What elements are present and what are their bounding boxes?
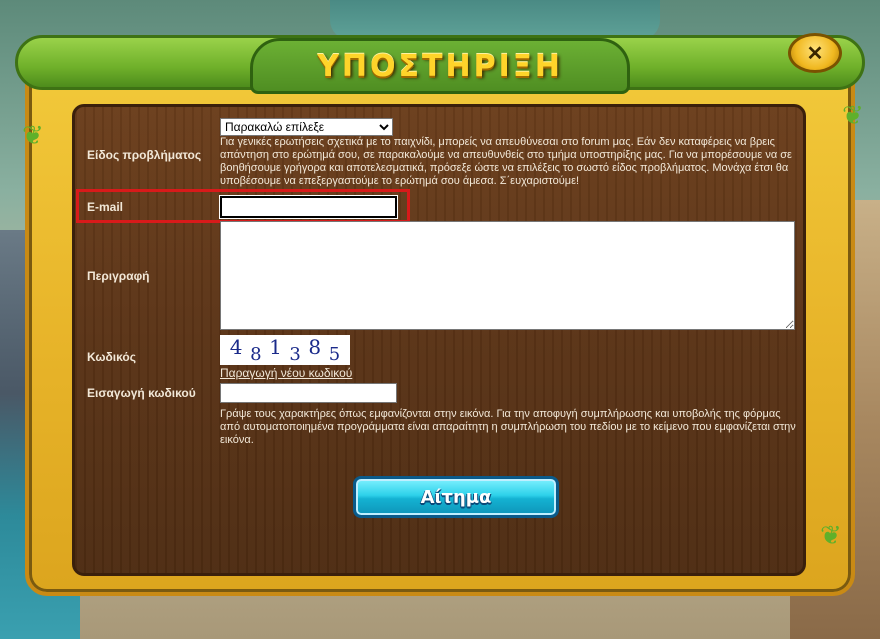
code-entry-field[interactable] bbox=[220, 383, 397, 403]
dialog-title: ΥΠΟΣΤΗΡΙΞΗ bbox=[317, 48, 563, 84]
leaf-decoration-icon: ❦ bbox=[22, 120, 44, 150]
email-highlight-box bbox=[76, 189, 410, 223]
code-entry-label: Εισαγωγή κωδικού bbox=[87, 386, 196, 400]
captcha-digit: 4 bbox=[229, 335, 243, 359]
regenerate-code-link[interactable]: Παραγωγή νέου κωδικού bbox=[220, 366, 352, 380]
captcha-label: Κωδικός bbox=[87, 350, 137, 364]
leaf-decoration-icon: ❦ bbox=[820, 520, 842, 550]
description-label: Περιγραφή bbox=[87, 269, 150, 283]
captcha-digit: 8 bbox=[308, 335, 322, 359]
problem-type-select[interactable]: Παρακαλώ επίλεξε bbox=[220, 118, 393, 136]
code-entry-help: Γράψε τους χαρακτήρες όπως εμφανίζονται … bbox=[220, 408, 796, 446]
close-button[interactable]: ✕ bbox=[788, 33, 842, 73]
description-textarea[interactable] bbox=[220, 221, 795, 330]
captcha-digit: 1 bbox=[269, 335, 282, 359]
close-icon: ✕ bbox=[806, 42, 824, 65]
problem-type-label: Είδος προβλήματος bbox=[87, 148, 202, 162]
problem-type-help: Για γενικές ερωτήσεις σχετικά με το παιχ… bbox=[220, 136, 792, 187]
captcha-digit: 8 bbox=[250, 343, 262, 365]
captcha-digit: 5 bbox=[328, 343, 341, 365]
background-roof bbox=[330, 0, 660, 40]
submit-button[interactable]: Αίτημα bbox=[353, 476, 559, 518]
leaf-decoration-icon: ❦ bbox=[842, 100, 864, 130]
captcha-image: 4 8 1 3 8 5 bbox=[220, 335, 350, 365]
submit-button-label: Αίτημα bbox=[420, 486, 492, 508]
captcha-digit: 3 bbox=[289, 343, 301, 365]
title-plate: ΥΠΟΣΤΗΡΙΞΗ bbox=[250, 38, 630, 94]
